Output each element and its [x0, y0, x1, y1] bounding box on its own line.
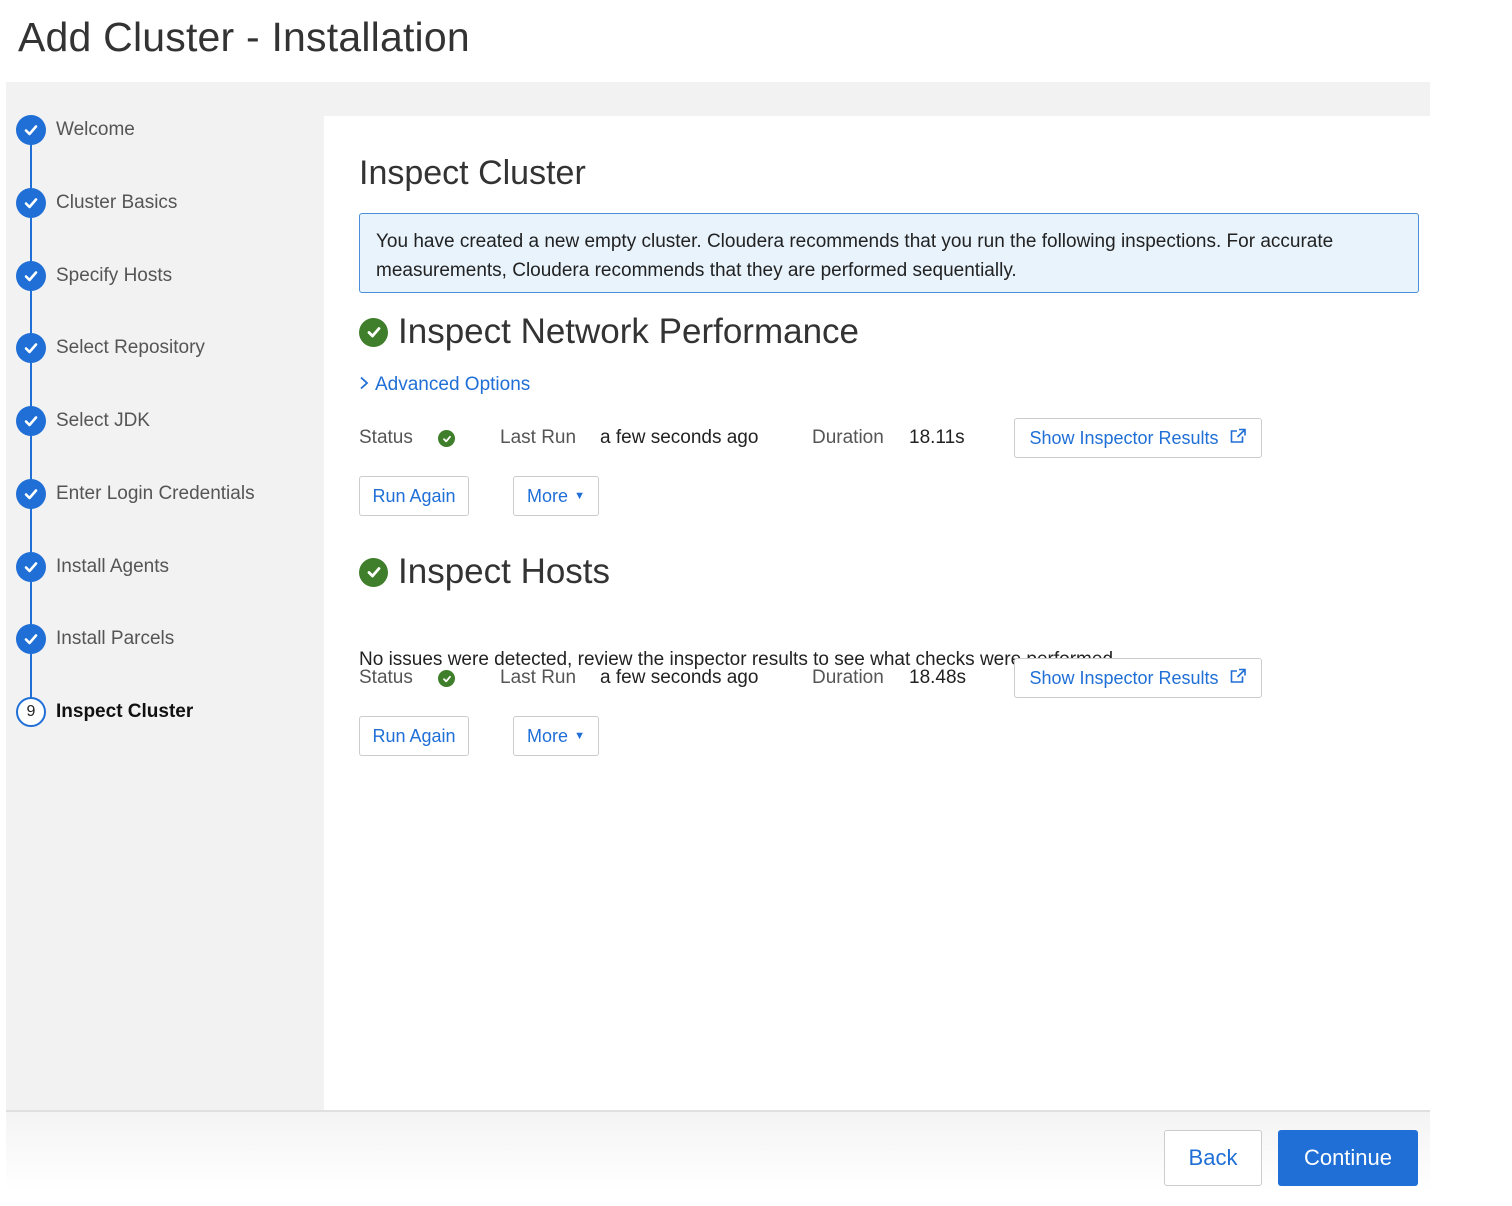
step-install-agents[interactable]: Install Agents: [16, 552, 169, 582]
step-number-badge: 9: [16, 697, 46, 727]
run-again-label: Run Again: [372, 725, 456, 746]
step-welcome[interactable]: Welcome: [16, 115, 135, 145]
step-label: Install Parcels: [56, 628, 175, 649]
back-button[interactable]: Back: [1164, 1130, 1262, 1186]
duration-label: Duration: [812, 667, 884, 688]
step-select-repository[interactable]: Select Repository: [16, 333, 205, 363]
check-icon: [16, 115, 46, 145]
step-label: Welcome: [56, 119, 135, 140]
check-icon: [16, 261, 46, 291]
status-label: Status: [359, 427, 413, 448]
status-ok-icon: [438, 430, 455, 447]
continue-button[interactable]: Continue: [1278, 1130, 1418, 1186]
caret-down-icon: ▼: [574, 490, 585, 502]
more-label: More: [527, 725, 569, 746]
show-inspector-results-button[interactable]: Show Inspector Results: [1014, 658, 1262, 698]
step-label: Select JDK: [56, 410, 150, 431]
hosts-block-title: Inspect Hosts: [359, 552, 610, 592]
step-label: Specify Hosts: [56, 265, 173, 286]
step-cluster-basics[interactable]: Cluster Basics: [16, 188, 177, 218]
run-again-label: Run Again: [372, 485, 456, 506]
last-run-value: a few seconds ago: [600, 667, 759, 688]
step-label: Enter Login Credentials: [56, 483, 255, 504]
success-check-icon: [359, 317, 388, 347]
network-title-text: Inspect Network Performance: [398, 312, 860, 351]
wizard-steps: Welcome Cluster Basics Specify Hosts Sel…: [6, 82, 324, 1112]
hosts-status-row: Status Last Run a few seconds ago Durati…: [359, 658, 1419, 698]
advanced-options-link[interactable]: Advanced Options: [359, 374, 530, 396]
network-status-row: Status Last Run a few seconds ago Durati…: [359, 418, 1419, 458]
success-check-icon: [359, 557, 388, 587]
check-icon: [16, 333, 46, 363]
step-label: Install Agents: [56, 556, 170, 577]
external-link-icon: [1229, 668, 1247, 689]
step-enter-login-credentials[interactable]: Enter Login Credentials: [16, 479, 255, 509]
more-label: More: [527, 485, 569, 506]
last-run-label: Last Run: [500, 667, 577, 688]
caret-down-icon: ▼: [574, 730, 585, 742]
check-icon: [16, 188, 46, 218]
hosts-title-text: Inspect Hosts: [398, 552, 611, 591]
step-specify-hosts[interactable]: Specify Hosts: [16, 261, 172, 291]
show-results-label: Show Inspector Results: [1029, 427, 1219, 448]
status-label: Status: [359, 667, 413, 688]
main-content: Inspect Cluster You have created a new e…: [324, 116, 1430, 1112]
page-title: Add Cluster - Installation: [18, 14, 470, 60]
check-icon: [16, 552, 46, 582]
chevron-right-icon: [359, 374, 369, 396]
show-results-label: Show Inspector Results: [1029, 667, 1219, 688]
status-ok-icon: [438, 670, 455, 687]
show-inspector-results-button[interactable]: Show Inspector Results: [1014, 418, 1262, 458]
section-title: Inspect Cluster: [359, 154, 586, 192]
wizard-frame: Welcome Cluster Basics Specify Hosts Sel…: [6, 82, 1430, 1192]
step-inspect-cluster[interactable]: 9 Inspect Cluster: [16, 697, 193, 727]
duration-value: 18.48s: [909, 667, 967, 688]
network-more-dropdown[interactable]: More ▼: [513, 476, 599, 516]
last-run-label: Last Run: [500, 427, 577, 448]
hosts-run-again-button[interactable]: Run Again: [359, 716, 469, 756]
wizard-footer: Back Continue: [6, 1110, 1430, 1192]
check-icon: [16, 479, 46, 509]
step-label: Select Repository: [56, 337, 205, 358]
check-icon: [16, 624, 46, 654]
external-link-icon: [1229, 428, 1247, 449]
network-run-again-button[interactable]: Run Again: [359, 476, 469, 516]
info-alert: You have created a new empty cluster. Cl…: [359, 213, 1419, 293]
check-icon: [16, 406, 46, 436]
step-label: Inspect Cluster: [56, 701, 194, 722]
duration-label: Duration: [812, 427, 884, 448]
advanced-options-label: Advanced Options: [375, 374, 531, 395]
hosts-more-dropdown[interactable]: More ▼: [513, 716, 599, 756]
last-run-value: a few seconds ago: [600, 427, 759, 448]
step-label: Cluster Basics: [56, 192, 178, 213]
duration-value: 18.11s: [909, 427, 965, 448]
step-install-parcels[interactable]: Install Parcels: [16, 624, 174, 654]
step-select-jdk[interactable]: Select JDK: [16, 406, 150, 436]
network-block-title: Inspect Network Performance: [359, 312, 859, 352]
